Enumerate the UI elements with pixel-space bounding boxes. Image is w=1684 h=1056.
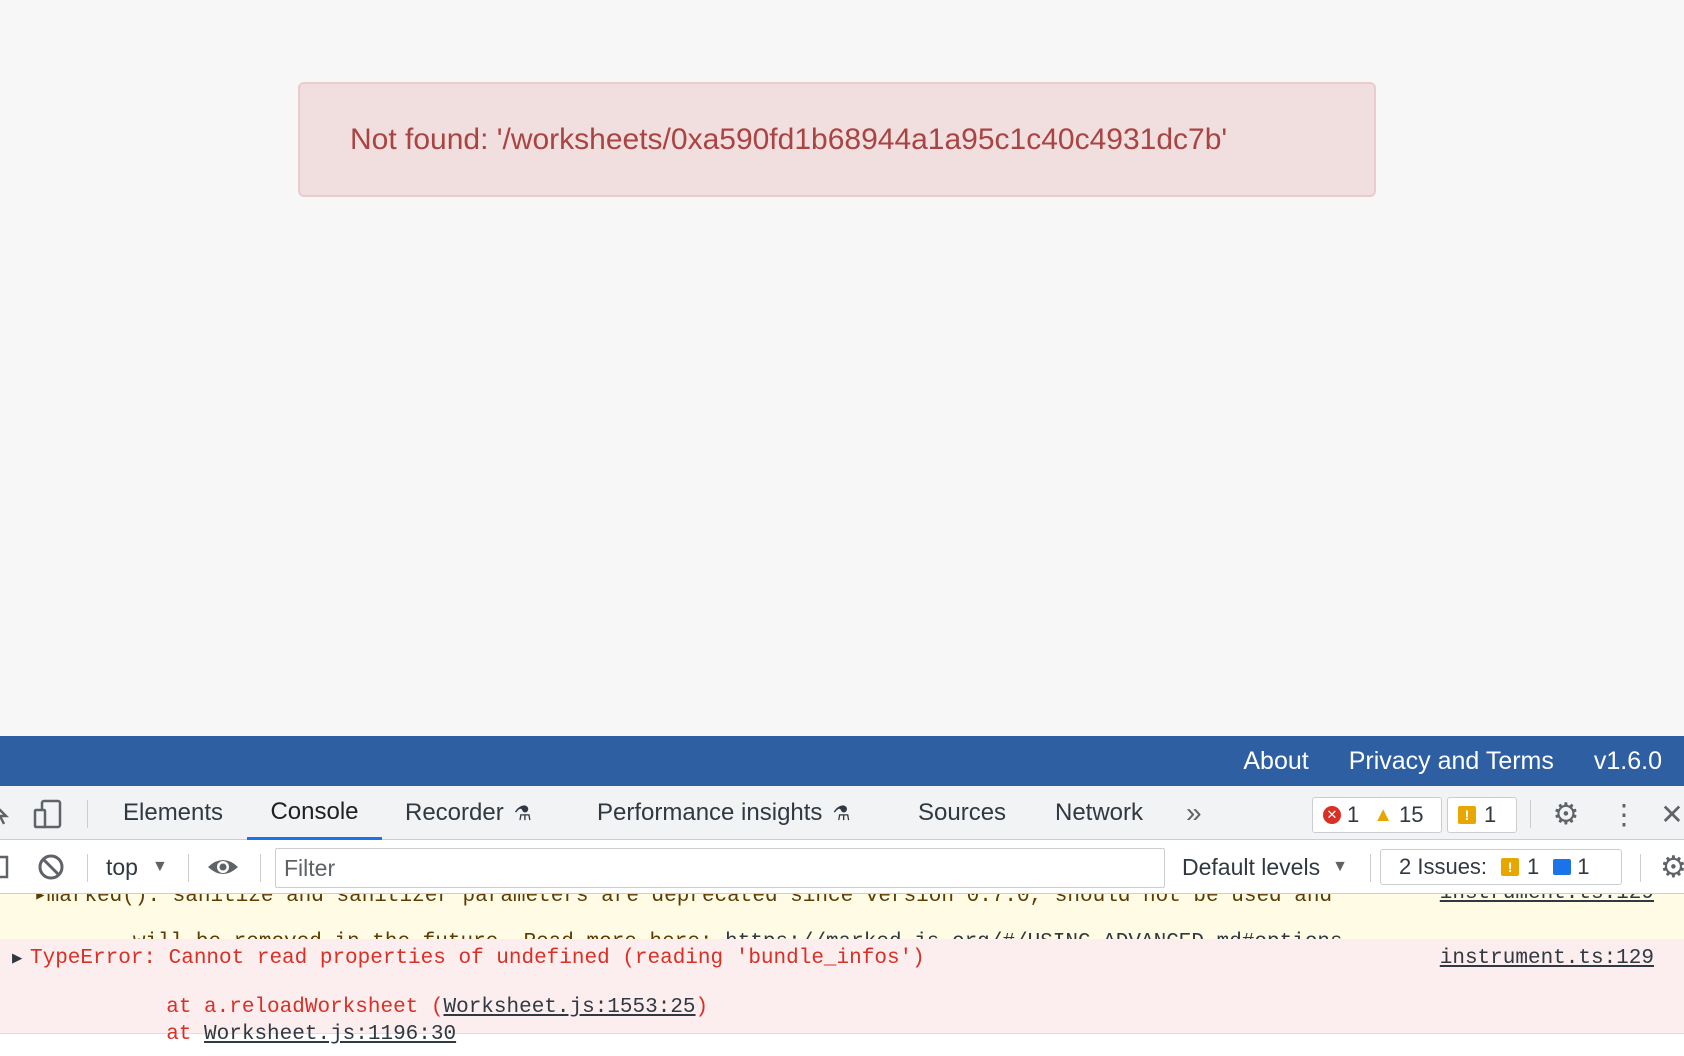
devtools-tabbar: Elements Console Recorder ⚗ Performance … [0,786,1684,840]
tab-sources[interactable]: Sources [918,786,1006,840]
issues-counter[interactable]: ! 1 [1447,797,1517,833]
not-found-alert: Not found: '/worksheets/0xa590fd1b68944a… [298,82,1376,197]
separator [1370,854,1371,882]
issue-count: 1 [1484,802,1497,827]
privacy-terms-link[interactable]: Privacy and Terms [1349,747,1554,776]
worksheet-1196-link[interactable]: Worksheet.js:1196:30 [204,1023,456,1046]
clear-console-icon[interactable] [36,852,66,882]
separator [87,854,88,882]
error-icon: ✕ [1323,806,1341,824]
issues-button[interactable]: 2 Issues: ! 1 1 [1380,849,1622,885]
expand-triangle-icon[interactable]: ▶ [12,948,22,969]
about-link[interactable]: About [1243,747,1308,776]
separator [1640,854,1641,882]
separator [188,854,189,882]
sidebar-toggle-icon[interactable] [0,854,10,880]
error-line-1: TypeError: Cannot read properties of und… [30,947,925,970]
error-line-2-suffix: ) [695,996,709,1019]
worksheet-1553-link[interactable]: Worksheet.js:1553:25 [443,996,695,1019]
separator [260,854,261,882]
flask-icon: ⚗ [513,802,532,825]
devtools-panel: Elements Console Recorder ⚗ Performance … [0,786,1684,1056]
issues-info-count: 1 [1577,854,1590,879]
issue-info-icon [1553,859,1572,875]
console-filter-input[interactable] [275,848,1165,888]
levels-label: Default levels [1182,853,1321,880]
inspect-element-icon[interactable] [0,800,12,826]
error-count: 1 [1347,802,1360,827]
console-filter-bar: top ▼ Default levels ▼ 2 Issues: ! 1 1 ⚙ [0,840,1684,894]
issues-label: 2 Issues: [1399,854,1488,879]
page-content: Not found: '/worksheets/0xa590fd1b68944a… [0,0,1684,736]
site-footer: About Privacy and Terms v1.6.0 [0,736,1684,786]
live-expression-eye-icon[interactable] [206,852,240,882]
console-error-message: ▶ TypeError: Cannot read properties of u… [0,940,1684,1046]
tab-performance-label: Performance insights [597,799,823,826]
issue-icon: ! [1458,806,1476,824]
warning-count: 15 [1399,802,1424,827]
error-source-link[interactable]: instrument.ts:129 [1440,947,1654,970]
alert-message: Not found: '/worksheets/0xa590fd1b68944a… [350,122,1228,156]
flask-icon: ⚗ [832,802,851,825]
error-warning-counter[interactable]: ✕ 1 ▲ 15 [1312,797,1442,833]
dropdown-arrow-icon: ▼ [1332,858,1348,875]
tab-network[interactable]: Network [1055,786,1143,840]
context-selector[interactable]: top ▼ [106,840,168,894]
issues-warning-count: 1 [1527,854,1540,879]
warning-source-link[interactable]: instrument.ts:129 [1440,894,1654,905]
more-options-icon[interactable]: ⋮ [1610,798,1638,830]
close-devtools-icon[interactable]: ✕ [1660,798,1683,830]
version-label: v1.6.0 [1593,746,1662,775]
tab-recorder-label: Recorder [405,799,504,826]
more-tabs-icon[interactable]: » [1186,786,1202,840]
console-warning-message: ▸marked(): sanitize and sanitizer parame… [0,894,1684,940]
tab-performance-insights[interactable]: Performance insights ⚗ [597,786,850,840]
log-levels-dropdown[interactable]: Default levels ▼ [1182,840,1348,894]
console-messages: ▸marked(): sanitize and sanitizer parame… [0,894,1684,1056]
dropdown-arrow-icon: ▼ [151,858,168,875]
tab-console[interactable]: Console [247,786,382,840]
device-toggle-icon[interactable] [32,798,64,830]
context-value: top [106,853,138,880]
issue-warning-icon: ! [1501,858,1520,876]
tab-elements[interactable]: Elements [123,786,223,840]
warning-icon: ▲ [1373,803,1394,826]
tab-recorder[interactable]: Recorder ⚗ [405,786,532,840]
error-line-3-prefix: at [115,1023,205,1046]
console-settings-gear-icon[interactable]: ⚙ [1660,852,1684,882]
marked-docs-link[interactable]: https://marked.js.org/#/USING_ADVANCED.m… [725,931,1343,939]
separator [87,800,88,828]
warning-line-1: ▸marked(): sanitize and sanitizer parame… [34,894,1333,908]
settings-gear-icon[interactable]: ⚙ [1550,798,1582,831]
separator [1530,800,1531,828]
error-line-3: at Worksheet.js:1196:30 [15,1000,456,1056]
warning-line-2: will be removed in the future. Read more… [32,908,1343,939]
warning-line-2-text: will be removed in the future. Read more… [133,931,725,939]
